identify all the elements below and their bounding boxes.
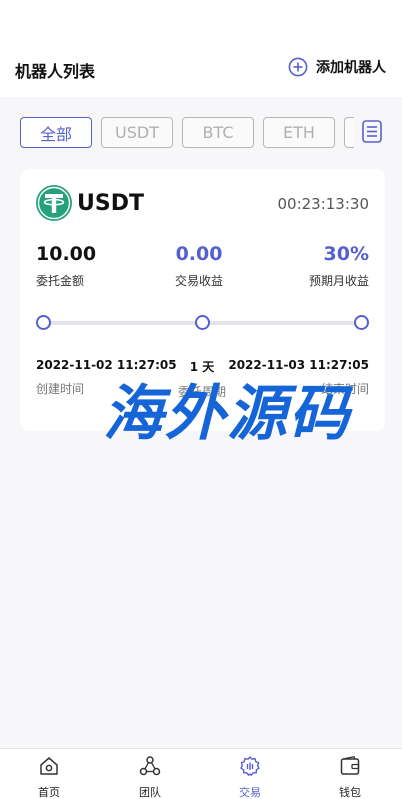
robot-card[interactable]: USDT 00:23:13:30 10.00 委托金额 0.00 交易收益 30… bbox=[20, 169, 385, 431]
timeline-dot-middle bbox=[195, 315, 210, 330]
nav-team[interactable]: 团队 bbox=[120, 755, 180, 799]
stat-monthly-return-label: 预期月收益 bbox=[308, 274, 369, 288]
stat-monthly-return: 30% 预期月收益 bbox=[309, 243, 369, 289]
header: 机器人列表 添加机器人 bbox=[0, 0, 402, 97]
tether-icon bbox=[36, 185, 72, 225]
nav-home-label: 首页 bbox=[38, 786, 60, 799]
end-time-value: 2022-11-03 11:27:05 bbox=[228, 358, 369, 372]
wallet-icon bbox=[339, 755, 361, 781]
stat-profit-value: 0.00 bbox=[175, 243, 223, 265]
commission-period-label: 委托周期 bbox=[177, 385, 226, 399]
nav-team-label: 团队 bbox=[139, 786, 161, 799]
home-icon bbox=[38, 755, 60, 781]
tab-overflow bbox=[344, 117, 354, 148]
tab-more[interactable] bbox=[344, 117, 354, 148]
stat-amount-label: 委托金额 bbox=[36, 274, 85, 288]
tab-usdt[interactable]: USDT bbox=[101, 117, 173, 148]
created-time-value: 2022-11-02 11:27:05 bbox=[36, 358, 177, 372]
countdown: 00:23:13:30 bbox=[277, 195, 369, 213]
stat-profit-label: 交易收益 bbox=[175, 274, 224, 288]
tab-btc[interactable]: BTC bbox=[182, 117, 254, 148]
timeline-dot-end bbox=[354, 315, 369, 330]
add-robot-button[interactable]: 添加机器人 bbox=[288, 57, 386, 77]
bottom-nav: 首页 团队 交易 钱包 bbox=[0, 748, 402, 799]
add-robot-label: 添加机器人 bbox=[316, 60, 386, 76]
stat-monthly-return-value: 30% bbox=[323, 243, 369, 265]
timeline-dot-start bbox=[36, 315, 51, 330]
stat-amount-value: 10.00 bbox=[36, 243, 97, 265]
plus-circle-icon bbox=[288, 57, 308, 77]
nav-home[interactable]: 首页 bbox=[19, 755, 79, 799]
coin-name: USDT bbox=[77, 191, 144, 216]
commission-period-value: 1 天 bbox=[189, 360, 215, 374]
tab-eth[interactable]: ETH bbox=[263, 117, 335, 148]
trade-gear-icon bbox=[239, 755, 261, 781]
nav-wallet[interactable]: 钱包 bbox=[320, 755, 380, 799]
page-title: 机器人列表 bbox=[15, 62, 96, 81]
nav-trade-label: 交易 bbox=[239, 786, 261, 799]
coin-filter-tabs: 全部 USDT BTC ETH bbox=[0, 117, 402, 149]
team-icon bbox=[139, 755, 161, 781]
end-time: 2022-11-03 11:27:05 结束时间 bbox=[228, 358, 369, 397]
commission-period: 1 天 委托周期 bbox=[170, 358, 234, 400]
stat-amount: 10.00 委托金额 bbox=[36, 243, 96, 289]
stat-profit: 0.00 交易收益 bbox=[175, 243, 223, 289]
nav-trade[interactable]: 交易 bbox=[220, 755, 280, 799]
created-time: 2022-11-02 11:27:05 创建时间 bbox=[36, 358, 177, 397]
nav-wallet-label: 钱包 bbox=[339, 786, 361, 799]
end-time-label: 结束时间 bbox=[320, 382, 369, 396]
list-menu-icon[interactable] bbox=[362, 120, 382, 147]
tab-all[interactable]: 全部 bbox=[20, 117, 92, 148]
created-time-label: 创建时间 bbox=[36, 382, 85, 396]
